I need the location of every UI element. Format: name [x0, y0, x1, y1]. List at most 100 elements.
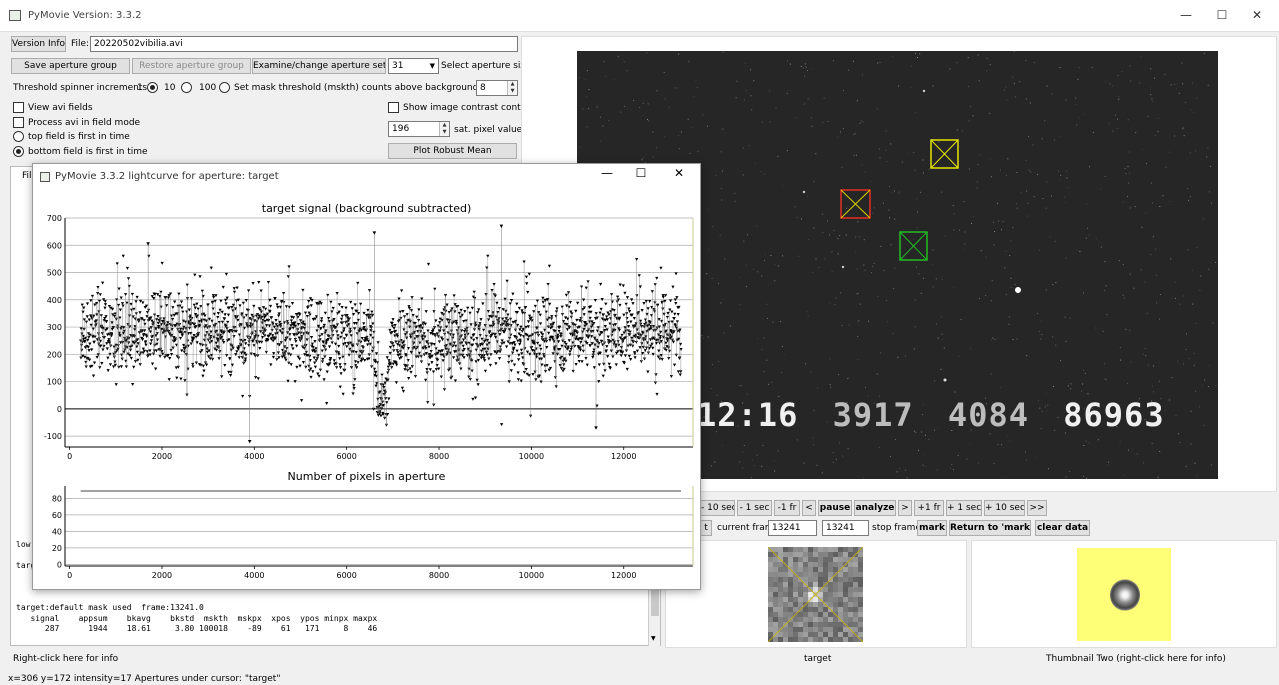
signal-point [446, 331, 450, 335]
spinner-arrows-icon[interactable]: ▲ ▼ [507, 81, 517, 95]
signal-point [258, 346, 262, 350]
signal-point [632, 317, 636, 321]
view-avi-fields-checkbox[interactable] [13, 102, 24, 113]
file-field[interactable]: 20220502vibilia.avi [90, 36, 518, 52]
signal-point [374, 352, 379, 356]
back-1-sec-button[interactable]: - 1 sec [737, 500, 772, 516]
mask-threshold-value: 8 [480, 83, 486, 93]
aperture-size-select[interactable]: 31 ▼ [388, 58, 439, 74]
return-to-mark-button[interactable]: Return to 'mark' [949, 520, 1031, 536]
show-contrast-checkbox[interactable] [388, 102, 399, 113]
increment-10-radio[interactable] [181, 82, 192, 93]
signal-point [224, 298, 228, 302]
signal-point [226, 313, 231, 317]
current-frame-input[interactable]: 13241 [768, 520, 817, 536]
signal-point [484, 334, 488, 338]
forward-10-sec-button[interactable]: + 10 sec [984, 500, 1025, 516]
close-icon[interactable]: ✕ [665, 166, 693, 188]
process-field-mode-checkbox[interactable] [13, 117, 24, 128]
step-back-button[interactable]: < [802, 500, 816, 516]
log-scrollbar[interactable]: ▼ [648, 588, 660, 646]
signal-point [483, 359, 487, 363]
mark-button[interactable]: mark [917, 520, 947, 536]
thumbnail-one-panel[interactable] [665, 540, 967, 648]
scrollbar-thumb[interactable] [651, 590, 659, 616]
restore-aperture-group-button[interactable]: Restore aperture group [132, 58, 251, 74]
hidden-tab[interactable]: Fil [22, 170, 32, 182]
top-field-first-radio[interactable] [13, 131, 24, 142]
signal-point [500, 423, 504, 427]
sat-pixel-value: 196 [392, 124, 410, 134]
signal-point [222, 340, 226, 344]
save-aperture-group-button[interactable]: Save aperture group [11, 58, 130, 74]
signal-point [327, 345, 332, 349]
signal-outlier-point [372, 231, 377, 235]
sat-pixel-spinner[interactable]: 196 ▲ ▼ [388, 121, 450, 137]
signal-point [401, 309, 405, 313]
mask-threshold-spinner[interactable]: 8 ▲ ▼ [476, 80, 518, 96]
signal-point [141, 301, 145, 305]
forward-1-sec-button[interactable]: + 1 sec [946, 500, 982, 516]
right-click-info-label[interactable]: Right-click here for info [13, 653, 118, 665]
analyze-button[interactable]: analyze [854, 500, 896, 516]
step-forward-button[interactable]: > [898, 500, 912, 516]
pixels-plot[interactable]: Number of pixels in aperture 0 20 40 60 80 0 2… [33, 462, 700, 590]
signal-point [517, 306, 522, 310]
version-info-button[interactable]: Version Info [11, 36, 66, 52]
signal-point [118, 308, 122, 312]
signal-point [268, 304, 273, 308]
signal-point [257, 280, 261, 284]
signal-point [640, 309, 644, 313]
signal-point [87, 318, 91, 322]
signal-point [310, 298, 314, 302]
signal-point [376, 397, 380, 401]
signal-point [322, 378, 326, 382]
scroll-down-icon[interactable]: ▼ [651, 635, 656, 642]
close-icon[interactable]: ✕ [1234, 0, 1279, 30]
overlay-number-1: 3917 [832, 396, 914, 434]
signal-point [150, 362, 155, 366]
back-10-sec-button[interactable]: - 10 sec [700, 500, 735, 516]
increment-1-radio[interactable] [147, 82, 158, 93]
signal-y-tick-label: 200 [47, 350, 62, 359]
signal-point [485, 353, 489, 357]
signal-point [148, 330, 153, 334]
signal-point [642, 301, 646, 305]
signal-point [549, 317, 554, 321]
thumbnail-two-panel[interactable] [971, 540, 1277, 648]
thumbnail-two-label[interactable]: Thumbnail Two (right-click here for info… [1046, 653, 1226, 665]
bottom-field-first-radio[interactable] [13, 146, 24, 157]
signal-point [584, 286, 588, 290]
signal-point [311, 370, 315, 374]
signal-point [362, 322, 366, 326]
pause-button[interactable]: pause [818, 500, 852, 516]
maximize-icon[interactable]: ☐ [627, 166, 655, 188]
start-partial-button[interactable]: t [700, 520, 712, 536]
signal-plot[interactable]: target signal (background subtracted) -1… [33, 192, 700, 462]
signal-point [174, 343, 179, 347]
signal-point [610, 300, 614, 304]
plot-robust-mean-button[interactable]: Plot Robust Mean [388, 143, 517, 159]
stop-frame-input[interactable]: 13241 [822, 520, 869, 536]
to-end-button[interactable]: >> [1027, 500, 1047, 516]
signal-point [386, 371, 390, 375]
pixels-x-tick-label: 12000 [611, 571, 636, 580]
signal-point [420, 326, 424, 330]
signal-point [168, 357, 172, 361]
pixels-y-tick-label: 60 [52, 511, 62, 520]
examine-aperture-settings-button[interactable]: Examine/change aperture settings [252, 58, 386, 74]
spinner-arrows-icon[interactable]: ▲ ▼ [439, 122, 449, 136]
clear-data-button[interactable]: clear data [1035, 520, 1090, 536]
minimize-icon[interactable]: — [593, 166, 621, 188]
signal-point [545, 346, 549, 350]
signal-point [585, 363, 589, 367]
signal-point [370, 349, 374, 353]
signal-point [232, 334, 236, 338]
set-mask-radio[interactable] [219, 82, 230, 93]
thumbnail-one-label: target [804, 654, 832, 664]
signal-point [209, 266, 213, 270]
forward-1-frame-button[interactable]: +1 fr [914, 500, 944, 516]
signal-point [356, 311, 361, 315]
back-1-frame-button[interactable]: -1 fr [774, 500, 800, 516]
signal-point [179, 300, 184, 304]
